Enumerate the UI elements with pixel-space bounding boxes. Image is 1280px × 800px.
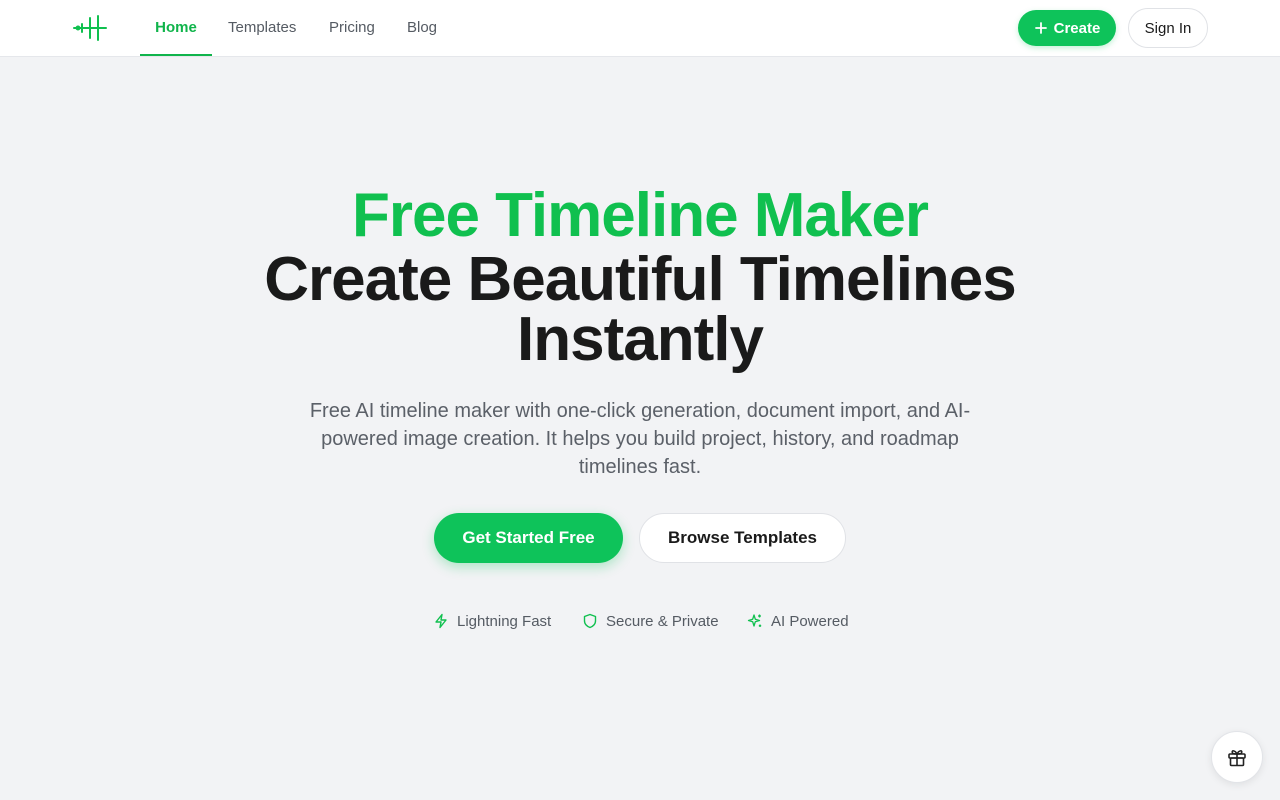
sign-in-button[interactable]: Sign In <box>1128 8 1208 48</box>
tab-templates[interactable]: Templates <box>228 0 296 56</box>
hero-title-primary: Free Timeline Maker <box>351 181 929 250</box>
browse-templates-button[interactable]: Browse Templates <box>639 513 846 563</box>
feature-label: AI Powered <box>771 612 849 630</box>
tab-blog[interactable]: Blog <box>407 0 437 56</box>
tab-home-label: Home <box>155 19 197 36</box>
shield-icon <box>583 613 597 629</box>
feature-lightning-fast: Lightning Fast <box>433 610 551 632</box>
gift-icon <box>1228 750 1246 767</box>
active-tab-indicator <box>140 54 212 56</box>
create-button-label: Create <box>1053 19 1101 37</box>
top-nav: Home Templates Pricing Blog Create Sign … <box>0 0 1280 57</box>
feature-secure-private: Secure & Private <box>582 610 719 632</box>
plus-icon <box>1034 22 1047 34</box>
create-button[interactable]: Create <box>1018 10 1116 46</box>
tab-home[interactable]: Home <box>140 0 212 56</box>
feature-label: Secure & Private <box>606 612 719 630</box>
sparkles-icon <box>747 614 762 627</box>
get-started-button[interactable]: Get Started Free <box>434 513 623 563</box>
gift-button[interactable] <box>1211 731 1263 783</box>
feature-label: Lightning Fast <box>457 612 552 630</box>
lightning-icon <box>435 613 447 629</box>
hero-subtitle: Free AI timeline maker with one-click ge… <box>309 400 971 478</box>
tab-pricing[interactable]: Pricing <box>329 0 375 56</box>
hero-title-secondary: Create Beautiful Timelines Instantly <box>264 245 1017 374</box>
logo-icon[interactable] <box>72 14 108 42</box>
feature-ai-powered: AI Powered <box>747 610 849 632</box>
